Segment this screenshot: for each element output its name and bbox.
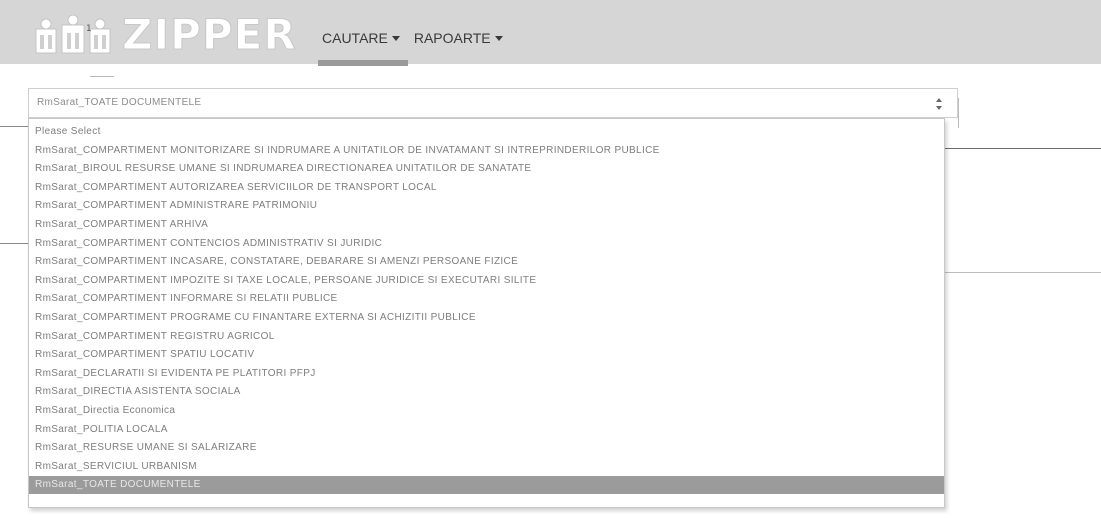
top-navbar: 1 ZIPPER CAUTARE RAPOARTE — [0, 0, 1101, 66]
main-nav: CAUTARE RAPOARTE — [318, 30, 503, 66]
nav-cautare-label: CAUTARE — [322, 30, 388, 46]
divider — [945, 272, 1101, 273]
nav-cautare[interactable]: CAUTARE — [318, 30, 408, 66]
select-option[interactable]: RmSarat_COMPARTIMENT ADMINISTRARE PATRIM… — [35, 197, 317, 215]
select-option[interactable]: RmSarat_COMPARTIMENT SPATIU LOCATIV — [35, 346, 255, 364]
sort-arrows-icon — [936, 98, 942, 110]
svg-text:1: 1 — [86, 24, 92, 34]
select-option[interactable]: RmSarat_Directia Economica — [35, 402, 175, 420]
select-option[interactable]: RmSarat_POLITIA LOCALA — [35, 421, 168, 439]
caret-down-icon — [391, 35, 400, 41]
logo-text: ZIPPER — [122, 10, 297, 59]
select-option[interactable]: RmSarat_COMPARTIMENT INFORMARE SI RELATI… — [35, 290, 338, 308]
nav-rapoarte-label: RAPOARTE — [413, 30, 491, 46]
page: 1 ZIPPER CAUTARE RAPOARTE RmSarat_TOATE … — [0, 0, 1101, 522]
select-option[interactable]: Please Select — [35, 123, 101, 141]
nav-rapoarte[interactable]: RAPOARTE — [414, 30, 503, 52]
department-select[interactable]: RmSarat_TOATE DOCUMENTELE — [28, 88, 958, 118]
select-option[interactable]: RmSarat_COMPARTIMENT AUTORIZAREA SERVICI… — [35, 179, 437, 197]
select-option[interactable]: RmSarat_COMPARTIMENT IMPOZITE SI TAXE LO… — [35, 272, 536, 290]
select-option[interactable]: RmSarat_COMPARTIMENT INCASARE, CONSTATAR… — [35, 253, 518, 271]
select-option[interactable]: RmSarat_COMPARTIMENT ARHIVA — [35, 216, 208, 234]
divider — [945, 148, 1101, 149]
select-option[interactable]: RmSarat_RESURSE UMANE SI SALARIZARE — [35, 439, 257, 457]
select-option[interactable]: RmSarat_DIRECTIA ASISTENTA SOCIALA — [35, 383, 241, 401]
select-current-value: RmSarat_TOATE DOCUMENTELE — [37, 97, 202, 108]
divider — [958, 98, 959, 128]
select-option[interactable]: RmSarat_COMPARTIMENT PROGRAME CU FINANTA… — [35, 309, 476, 327]
select-option[interactable]: RmSarat_COMPARTIMENT MONITORIZARE SI IND… — [35, 142, 660, 160]
select-option[interactable]: RmSarat_TOATE DOCUMENTELE — [29, 476, 944, 495]
select-option[interactable]: RmSarat_DECLARATII SI EVIDENTA PE PLATIT… — [35, 365, 316, 383]
caret-down-icon — [494, 35, 503, 41]
divider — [90, 76, 114, 77]
people-group-icon: 1 — [35, 15, 111, 54]
divider — [0, 126, 28, 127]
app-logo[interactable]: 1 ZIPPER — [34, 10, 297, 59]
select-option[interactable]: RmSarat_COMPARTIMENT REGISTRU AGRICOL — [35, 328, 275, 346]
select-option[interactable]: RmSarat_BIROUL RESURSE UMANE SI INDRUMAR… — [35, 160, 531, 178]
select-option[interactable]: RmSarat_SERVICIUL URBANISM — [35, 458, 197, 476]
select-option[interactable]: RmSarat_COMPARTIMENT CONTENCIOS ADMINIST… — [35, 235, 382, 253]
divider — [0, 243, 28, 244]
select-options-list: Please Select RmSarat_COMPARTIMENT MONITO… — [28, 118, 945, 508]
